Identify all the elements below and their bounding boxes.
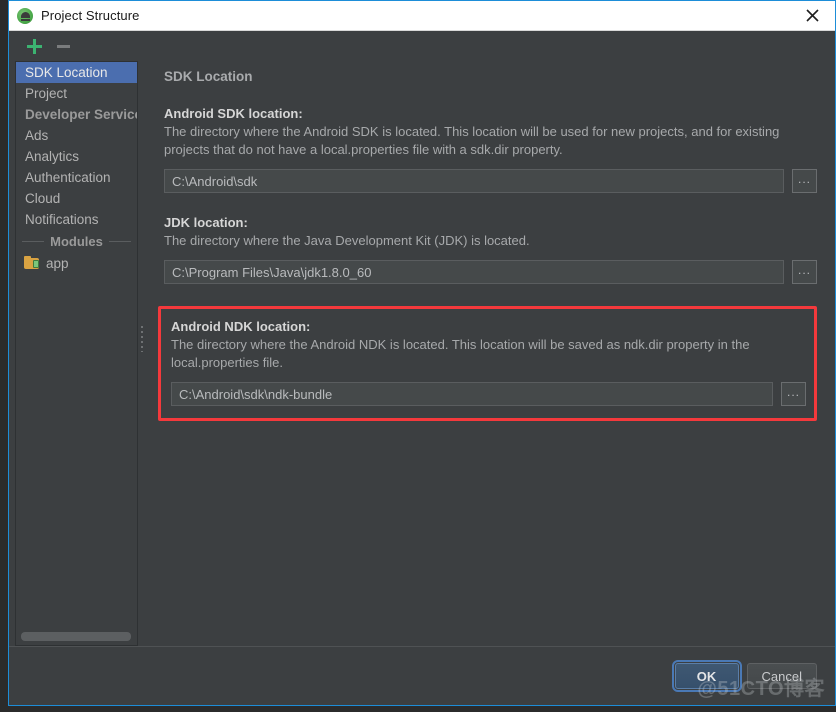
- separator-line-right: [108, 240, 132, 242]
- browse-button[interactable]: ...: [792, 169, 817, 193]
- dialog-content-row: SDK Location Project Developer Services …: [9, 31, 835, 646]
- section-label: Android NDK location:: [171, 319, 311, 334]
- desktop-backdrop-bottom: [0, 706, 836, 712]
- plus-icon[interactable]: [27, 38, 42, 54]
- section-description: The directory where the Android NDK is l…: [171, 337, 750, 370]
- sidebar-item-label: Analytics: [25, 149, 80, 164]
- sidebar-item-notifications[interactable]: Notifications: [16, 209, 137, 230]
- ok-button[interactable]: OK: [671, 660, 742, 692]
- browse-button[interactable]: ...: [792, 260, 817, 284]
- sidebar-horizontal-scrollbar[interactable]: [15, 628, 138, 646]
- sidebar-item-project[interactable]: Project: [16, 83, 137, 104]
- modules-separator: Modules: [16, 230, 137, 252]
- separator-line-left: [22, 240, 45, 242]
- project-structure-window: Project Structure SDK Location Project D…: [8, 0, 836, 706]
- section-android-ndk-location: Android NDK location: The directory wher…: [158, 306, 817, 421]
- splitter-grip-icon: [141, 325, 143, 352]
- sidebar-splitter[interactable]: [138, 31, 146, 646]
- jdk-location-input[interactable]: C:\Program Files\Java\jdk1.8.0_60: [164, 260, 784, 284]
- sidebar-item-analytics[interactable]: Analytics: [16, 146, 137, 167]
- window-title: Project Structure: [41, 8, 140, 23]
- sidebar: SDK Location Project Developer Services …: [9, 31, 138, 646]
- sidebar-item-label: Cloud: [25, 191, 61, 206]
- main-panel: SDK Location Android SDK location: The d…: [146, 31, 835, 646]
- section-jdk-location: JDK location: The directory where the Ja…: [164, 215, 817, 284]
- section-label: Android SDK location:: [164, 106, 303, 121]
- modules-separator-label: Modules: [50, 233, 103, 249]
- scrollbar-thumb[interactable]: [21, 632, 131, 641]
- android-ndk-location-input[interactable]: C:\Android\sdk\ndk-bundle: [171, 382, 773, 406]
- window-titlebar: Project Structure: [9, 1, 835, 31]
- desktop-backdrop-left: [0, 0, 8, 712]
- sidebar-item-ads[interactable]: Ads: [16, 125, 137, 146]
- dialog-footer: OK Cancel @51CTO博客: [9, 646, 835, 705]
- close-icon[interactable]: [799, 5, 825, 27]
- sidebar-item-label: Project: [25, 86, 68, 101]
- section-description: The directory where the Android SDK is l…: [164, 124, 780, 157]
- sidebar-list: SDK Location Project Developer Services …: [15, 61, 138, 628]
- field-row: C:\Android\sdk ...: [164, 169, 817, 193]
- sidebar-item-label: Developer Services: [25, 107, 138, 122]
- android-studio-icon: [17, 7, 33, 24]
- field-row: C:\Program Files\Java\jdk1.8.0_60 ...: [164, 260, 817, 284]
- dialog-body: SDK Location Project Developer Services …: [9, 31, 835, 705]
- project-structure-dialog-screenshot: Project Structure SDK Location Project D…: [0, 0, 836, 712]
- sidebar-item-label: Notifications: [25, 212, 99, 227]
- cancel-button[interactable]: Cancel: [746, 663, 817, 689]
- module-folder-icon: [24, 256, 40, 270]
- field-row: C:\Android\sdk\ndk-bundle ...: [171, 382, 806, 406]
- browse-button[interactable]: ...: [781, 382, 806, 406]
- sidebar-toolbar: [15, 31, 138, 61]
- page-title: SDK Location: [164, 69, 253, 84]
- module-label: app: [46, 255, 69, 271]
- minus-icon[interactable]: [56, 39, 71, 54]
- sidebar-item-sdk-location[interactable]: SDK Location: [16, 62, 137, 83]
- sidebar-item-label: Authentication: [25, 170, 111, 185]
- sidebar-item-cloud[interactable]: Cloud: [16, 188, 137, 209]
- sidebar-item-authentication[interactable]: Authentication: [16, 167, 137, 188]
- android-sdk-location-input[interactable]: C:\Android\sdk: [164, 169, 784, 193]
- sidebar-item-module-app[interactable]: app: [16, 252, 137, 274]
- sidebar-item-developer-services[interactable]: Developer Services: [16, 104, 137, 125]
- section-android-sdk-location: Android SDK location: The directory wher…: [164, 106, 817, 193]
- section-label: JDK location:: [164, 215, 248, 230]
- sidebar-item-label: Ads: [25, 128, 49, 143]
- sidebar-item-label: SDK Location: [25, 65, 108, 80]
- section-description: The directory where the Java Development…: [164, 233, 530, 248]
